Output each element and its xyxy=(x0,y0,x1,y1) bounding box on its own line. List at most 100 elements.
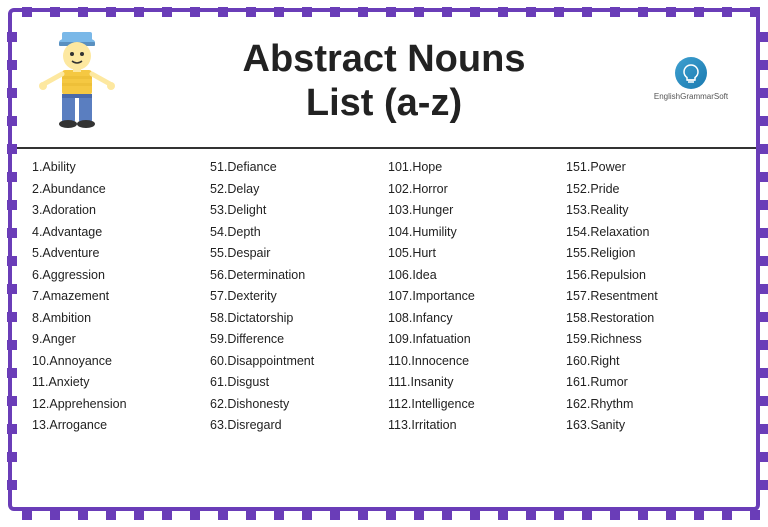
list-item: 58.Dictatorship xyxy=(210,308,380,330)
list-item: 52.Delay xyxy=(210,179,380,201)
border-square xyxy=(759,60,768,70)
border-square xyxy=(759,312,768,322)
list-item: 63.Disregard xyxy=(210,415,380,437)
border-square xyxy=(7,284,17,294)
list-item: 158.Restoration xyxy=(566,308,736,330)
border-square xyxy=(759,144,768,154)
column-3: 101.Hope102.Horror103.Hunger104.Humility… xyxy=(384,157,562,437)
border-square xyxy=(554,7,564,17)
border-square xyxy=(759,480,768,490)
border-square xyxy=(526,7,536,17)
list-item: 55.Despair xyxy=(210,243,380,265)
list-item: 53.Delight xyxy=(210,200,380,222)
list-item: 103.Hunger xyxy=(388,200,558,222)
list-item: 110.Innocence xyxy=(388,351,558,373)
main-container: // Will be rendered via JS below xyxy=(8,8,760,511)
list-item: 111.Insanity xyxy=(388,372,558,394)
list-item: 61.Disgust xyxy=(210,372,380,394)
list-item: 8.Ambition xyxy=(32,308,202,330)
border-square xyxy=(610,7,620,17)
list-item: 2.Abundance xyxy=(32,179,202,201)
noun-list-content: 1.Ability2.Abundance3.Adoration4.Advanta… xyxy=(12,149,756,443)
border-square xyxy=(162,7,172,17)
border-square xyxy=(759,256,768,266)
border-square xyxy=(7,116,17,126)
page-title: Abstract Nouns List (a-z) xyxy=(122,38,646,125)
border-square xyxy=(7,256,17,266)
list-item: 7.Amazement xyxy=(32,286,202,308)
character-illustration xyxy=(32,24,122,139)
list-item: 9.Anger xyxy=(32,329,202,351)
border-square xyxy=(750,7,760,17)
list-item: 101.Hope xyxy=(388,157,558,179)
border-square xyxy=(246,7,256,17)
list-item: 160.Right xyxy=(566,351,736,373)
border-square xyxy=(7,144,17,154)
border-square xyxy=(7,396,17,406)
border-square xyxy=(759,340,768,350)
border-square xyxy=(759,32,768,42)
logo-icon xyxy=(675,57,707,89)
list-item: 60.Disappointment xyxy=(210,351,380,373)
list-item: 62.Dishonesty xyxy=(210,394,380,416)
list-item: 154.Relaxation xyxy=(566,222,736,244)
border-square xyxy=(7,200,17,210)
list-item: 104.Humility xyxy=(388,222,558,244)
border-square xyxy=(759,368,768,378)
page-title-area: Abstract Nouns List (a-z) xyxy=(122,38,646,125)
column-1: 1.Ability2.Abundance3.Adoration4.Advanta… xyxy=(28,157,206,437)
column-4: 151.Power152.Pride153.Reality154.Relaxat… xyxy=(562,157,740,437)
logo-area: EnglishGrammarSoft xyxy=(646,57,736,106)
border-square xyxy=(759,172,768,182)
border-square xyxy=(759,424,768,434)
border-square xyxy=(759,284,768,294)
list-item: 57.Dexterity xyxy=(210,286,380,308)
list-item: 161.Rumor xyxy=(566,372,736,394)
list-item: 113.Irritation xyxy=(388,415,558,437)
column-2: 51.Defiance52.Delay53.Delight54.Depth55.… xyxy=(206,157,384,437)
list-item: 4.Advantage xyxy=(32,222,202,244)
list-item: 108.Infancy xyxy=(388,308,558,330)
border-square xyxy=(470,7,480,17)
list-item: 59.Difference xyxy=(210,329,380,351)
list-item: 152.Pride xyxy=(566,179,736,201)
header: Abstract Nouns List (a-z) EnglishGrammar… xyxy=(12,12,756,149)
border-square xyxy=(7,172,17,182)
border-square xyxy=(7,32,17,42)
border-square xyxy=(638,7,648,17)
list-item: 1.Ability xyxy=(32,157,202,179)
list-item: 106.Idea xyxy=(388,265,558,287)
list-item: 5.Adventure xyxy=(32,243,202,265)
border-square xyxy=(386,7,396,17)
border-square xyxy=(7,480,17,490)
border-square xyxy=(759,452,768,462)
border-square xyxy=(498,7,508,17)
border-square xyxy=(414,7,424,17)
border-square xyxy=(759,116,768,126)
list-item: 153.Reality xyxy=(566,200,736,222)
list-item: 162.Rhythm xyxy=(566,394,736,416)
list-item: 107.Importance xyxy=(388,286,558,308)
list-item: 54.Depth xyxy=(210,222,380,244)
list-item: 11.Anxiety xyxy=(32,372,202,394)
border-square xyxy=(134,7,144,17)
list-item: 159.Richness xyxy=(566,329,736,351)
border-square xyxy=(50,7,60,17)
list-item: 13.Arrogance xyxy=(32,415,202,437)
list-item: 51.Defiance xyxy=(210,157,380,179)
border-square xyxy=(106,7,116,17)
logo-text: EnglishGrammarSoft xyxy=(654,92,728,102)
border-square xyxy=(666,7,676,17)
list-item: 12.Apprehension xyxy=(32,394,202,416)
border-square xyxy=(722,7,732,17)
list-item: 112.Intelligence xyxy=(388,394,558,416)
border-square xyxy=(582,7,592,17)
border-square xyxy=(7,368,17,378)
list-item: 3.Adoration xyxy=(32,200,202,222)
border-square xyxy=(7,452,17,462)
border-square xyxy=(330,7,340,17)
border-square xyxy=(7,424,17,434)
border-square xyxy=(190,7,200,17)
border-square xyxy=(274,7,284,17)
border-square xyxy=(7,312,17,322)
